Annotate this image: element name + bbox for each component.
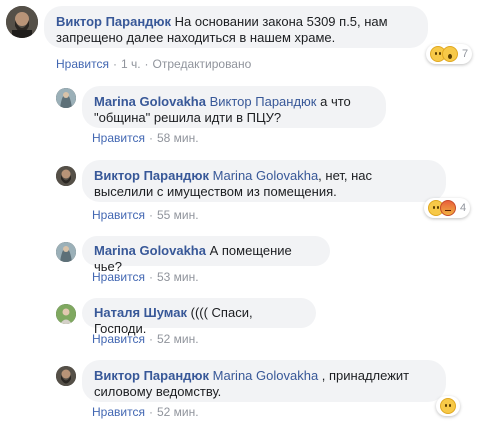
comment-bubble: Marina Golovakha Виктор Парандюк а что "… [82, 86, 386, 128]
timestamp[interactable]: 58 мин. [157, 131, 199, 145]
comment-actions: Нравится · 55 мин. [92, 208, 199, 222]
comment-actions: Нравится · 1 ч. · Отредактировано [56, 57, 252, 71]
comment-bubble: Виктор Парандюк Marina Golovakha, нет, н… [82, 160, 446, 202]
reaction-count: 4 [460, 202, 467, 214]
avatar[interactable] [56, 242, 76, 262]
timestamp[interactable]: 52 мин. [157, 405, 199, 419]
like-link[interactable]: Нравится [56, 57, 109, 71]
mention-link[interactable]: Виктор Парандюк [210, 94, 317, 109]
like-link[interactable]: Нравится [92, 270, 145, 284]
like-link[interactable]: Нравится [92, 208, 145, 222]
comment-author[interactable]: Marina Golovakha [94, 94, 206, 109]
timestamp[interactable]: 1 ч. [121, 57, 141, 71]
wow-emoji-icon [442, 46, 458, 62]
comment-author[interactable]: Виктор Парандюк [94, 368, 209, 383]
comment-bubble: Marina Golovakha А помещение чье? [82, 236, 330, 274]
comment-actions: Нравится · 52 мин. [92, 405, 199, 419]
timestamp[interactable]: 53 мин. [157, 270, 199, 284]
comment-author[interactable]: Наталя Шумак [94, 305, 187, 320]
mention-link[interactable]: Marina Golovakha [213, 168, 319, 183]
avatar[interactable] [56, 366, 76, 386]
angry-emoji-icon [440, 200, 456, 216]
reactions-summary[interactable] [436, 396, 460, 416]
reaction-count: 7 [462, 48, 469, 60]
like-link[interactable]: Нравится [92, 332, 145, 346]
avatar[interactable] [56, 166, 76, 186]
mention-link[interactable]: Marina Golovakha [213, 368, 319, 383]
comment-actions: Нравится · 53 мин. [92, 270, 199, 284]
sad-emoji-icon [440, 398, 456, 414]
like-link[interactable]: Нравится [92, 131, 145, 145]
avatar[interactable] [56, 88, 76, 108]
avatar[interactable] [6, 6, 38, 38]
reactions-summary[interactable]: 7 [426, 44, 473, 64]
comment-author[interactable]: Виктор Парандюк [94, 168, 209, 183]
comment-bubble: Наталя Шумак (((( Спаси, Господи. [82, 298, 316, 336]
like-link[interactable]: Нравится [92, 405, 145, 419]
timestamp[interactable]: 55 мин. [157, 208, 199, 222]
edited-label[interactable]: Отредактировано [153, 57, 252, 71]
comment-bubble: Виктор Парандюк На основании закона 5309… [44, 6, 428, 48]
comment-author[interactable]: Виктор Парандюк [56, 14, 171, 29]
reactions-summary[interactable]: 4 [424, 198, 471, 218]
comment-actions: Нравится · 58 мин. [92, 131, 199, 145]
timestamp[interactable]: 52 мин. [157, 332, 199, 346]
comment-author[interactable]: Marina Golovakha [94, 243, 206, 258]
comment-actions: Нравится · 52 мин. [92, 332, 199, 346]
avatar[interactable] [56, 304, 76, 324]
comment-bubble: Виктор Парандюк Marina Golovakha , прина… [82, 360, 446, 402]
